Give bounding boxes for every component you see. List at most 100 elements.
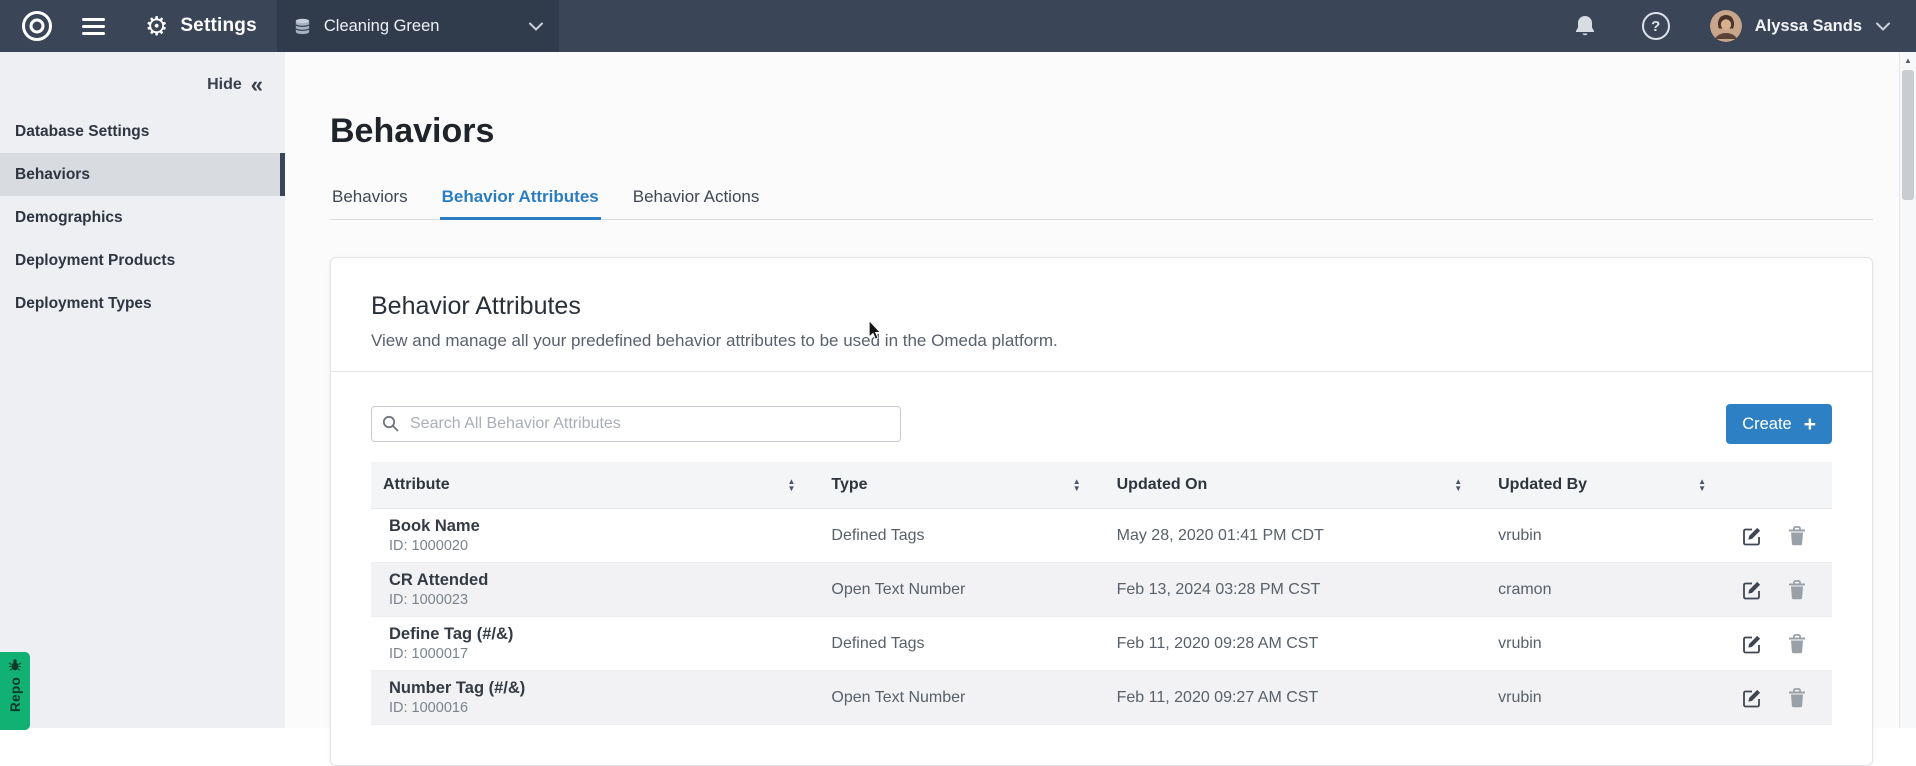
app-title: Settings [180, 0, 257, 52]
tab-behavior-attributes[interactable]: Behavior Attributes [440, 187, 601, 219]
vertical-scrollbar[interactable]: ▲ [1899, 52, 1916, 728]
card-subtitle: View and manage all your predefined beha… [371, 331, 1832, 351]
attribute-updated-by: cramon [1486, 563, 1730, 617]
sidebar-item-demographics[interactable]: Demographics [0, 196, 285, 239]
attribute-updated-by: vrubin [1486, 617, 1730, 671]
notifications-bell-icon[interactable] [1574, 14, 1596, 38]
attribute-updated-on: Feb 13, 2024 03:28 PM CST [1105, 563, 1487, 617]
attribute-name: CR Attended [389, 571, 807, 590]
column-header-actions [1730, 462, 1832, 509]
attribute-type: Defined Tags [819, 617, 1104, 671]
attribute-id: ID: 1000020 [389, 538, 807, 554]
scrollbar-thumb[interactable] [1902, 70, 1914, 200]
sort-icon[interactable]: ▲▼ [787, 478, 795, 492]
search-box [371, 406, 901, 442]
behavior-attributes-card: Behavior Attributes View and manage all … [330, 257, 1873, 766]
sidebar-hide-button[interactable]: Hide « [0, 76, 263, 94]
main-panel: Behaviors Behaviors Behavior Attributes … [285, 52, 1916, 728]
tab-behaviors[interactable]: Behaviors [330, 187, 410, 219]
edit-icon[interactable] [1742, 688, 1762, 708]
create-button[interactable]: Create + [1726, 404, 1832, 444]
attribute-updated-by: vrubin [1486, 671, 1730, 725]
help-icon[interactable]: ? [1642, 12, 1670, 40]
column-header-attribute[interactable]: Attribute ▲▼ [371, 462, 819, 509]
delete-icon[interactable] [1788, 580, 1806, 600]
table-row: Define Tag (#/&) ID: 1000017 Defined Tag… [371, 617, 1832, 671]
edit-icon[interactable] [1742, 526, 1762, 546]
attribute-type: Open Text Number [819, 671, 1104, 725]
sort-icon[interactable]: ▲▼ [1454, 478, 1462, 492]
search-icon [382, 415, 399, 437]
attribute-name: Book Name [389, 517, 807, 536]
attribute-name: Define Tag (#/&) [389, 625, 807, 644]
sidebar-item-deployment-products[interactable]: Deployment Products [0, 239, 285, 282]
sidebar-nav: Database Settings Behaviors Demographics… [0, 110, 285, 325]
attribute-id: ID: 1000017 [389, 646, 807, 662]
column-header-updated-by[interactable]: Updated By ▲▼ [1486, 462, 1730, 509]
row-actions [1742, 634, 1820, 654]
avatar[interactable] [1710, 10, 1742, 42]
attribute-id: ID: 1000016 [389, 700, 807, 716]
delete-icon[interactable] [1788, 634, 1806, 654]
column-header-updated-on[interactable]: Updated On ▲▼ [1105, 462, 1487, 509]
edit-icon[interactable] [1742, 634, 1762, 654]
row-actions [1742, 688, 1820, 708]
navbar-right-cluster: ? Alyssa Sands [1574, 0, 1916, 52]
bug-icon [8, 658, 22, 672]
attribute-id: ID: 1000023 [389, 592, 807, 608]
attribute-type: Open Text Number [819, 563, 1104, 617]
settings-sidebar: Hide « Database Settings Behaviors Demog… [0, 52, 285, 728]
database-selector[interactable]: Cleaning Green [277, 0, 559, 52]
card-divider [331, 371, 1872, 372]
sort-icon[interactable]: ▲▼ [1698, 478, 1706, 492]
column-header-type[interactable]: Type ▲▼ [819, 462, 1104, 509]
attribute-updated-on: Feb 11, 2020 09:27 AM CST [1105, 671, 1487, 725]
sidebar-item-database-settings[interactable]: Database Settings [0, 110, 285, 153]
content-area: Hide « Database Settings Behaviors Demog… [0, 52, 1916, 728]
attributes-table: Attribute ▲▼ Type ▲▼ Upd [371, 462, 1832, 725]
column-label: Updated On [1117, 476, 1208, 494]
sidebar-item-behaviors[interactable]: Behaviors [0, 153, 285, 196]
database-selector-value: Cleaning Green [324, 17, 440, 36]
plus-icon: + [1804, 414, 1816, 435]
attribute-type: Defined Tags [819, 509, 1104, 563]
table-header-row: Attribute ▲▼ Type ▲▼ Upd [371, 462, 1832, 509]
delete-icon[interactable] [1788, 688, 1806, 708]
tab-behavior-actions[interactable]: Behavior Actions [631, 187, 762, 219]
table-row: Book Name ID: 1000020 Defined Tags May 2… [371, 509, 1832, 563]
feedback-tab-label: Repo [8, 677, 23, 712]
table-row: Number Tag (#/&) ID: 1000016 Open Text N… [371, 671, 1832, 725]
chevron-down-icon [529, 22, 543, 31]
report-feedback-tab[interactable]: Repo [0, 652, 30, 730]
column-label: Attribute [383, 476, 450, 494]
create-button-label: Create [1742, 415, 1792, 434]
column-label: Type [831, 476, 867, 494]
attribute-updated-on: May 28, 2020 01:41 PM CDT [1105, 509, 1487, 563]
database-icon [293, 17, 312, 36]
card-title: Behavior Attributes [371, 292, 1832, 321]
search-input[interactable] [371, 406, 901, 442]
hide-label: Hide [207, 76, 242, 94]
omeda-logo-icon[interactable] [20, 0, 54, 52]
row-actions [1742, 580, 1820, 600]
edit-icon[interactable] [1742, 580, 1762, 600]
table-row: CR Attended ID: 1000023 Open Text Number… [371, 563, 1832, 617]
column-label: Updated By [1498, 476, 1587, 494]
top-navbar: ⚙ Settings Cleaning Green ? [0, 0, 1916, 52]
attribute-updated-on: Feb 11, 2020 09:28 AM CST [1105, 617, 1487, 671]
collapse-chevrons-icon: « [251, 76, 263, 94]
attribute-updated-by: vrubin [1486, 509, 1730, 563]
gear-icon: ⚙ [145, 0, 168, 52]
page-tabs: Behaviors Behavior Attributes Behavior A… [330, 187, 1873, 220]
table-toolbar: Create + [371, 404, 1832, 444]
user-menu-chevron-icon[interactable] [1876, 22, 1890, 31]
row-actions [1742, 526, 1820, 546]
hamburger-menu-icon[interactable] [82, 0, 105, 52]
scroll-up-arrow-icon[interactable]: ▲ [1900, 52, 1916, 68]
sort-icon[interactable]: ▲▼ [1073, 478, 1081, 492]
sidebar-item-deployment-types[interactable]: Deployment Types [0, 282, 285, 325]
delete-icon[interactable] [1788, 526, 1806, 546]
user-name[interactable]: Alyssa Sands [1755, 17, 1862, 36]
page-title: Behaviors [330, 112, 1873, 151]
attribute-name: Number Tag (#/&) [389, 679, 807, 698]
